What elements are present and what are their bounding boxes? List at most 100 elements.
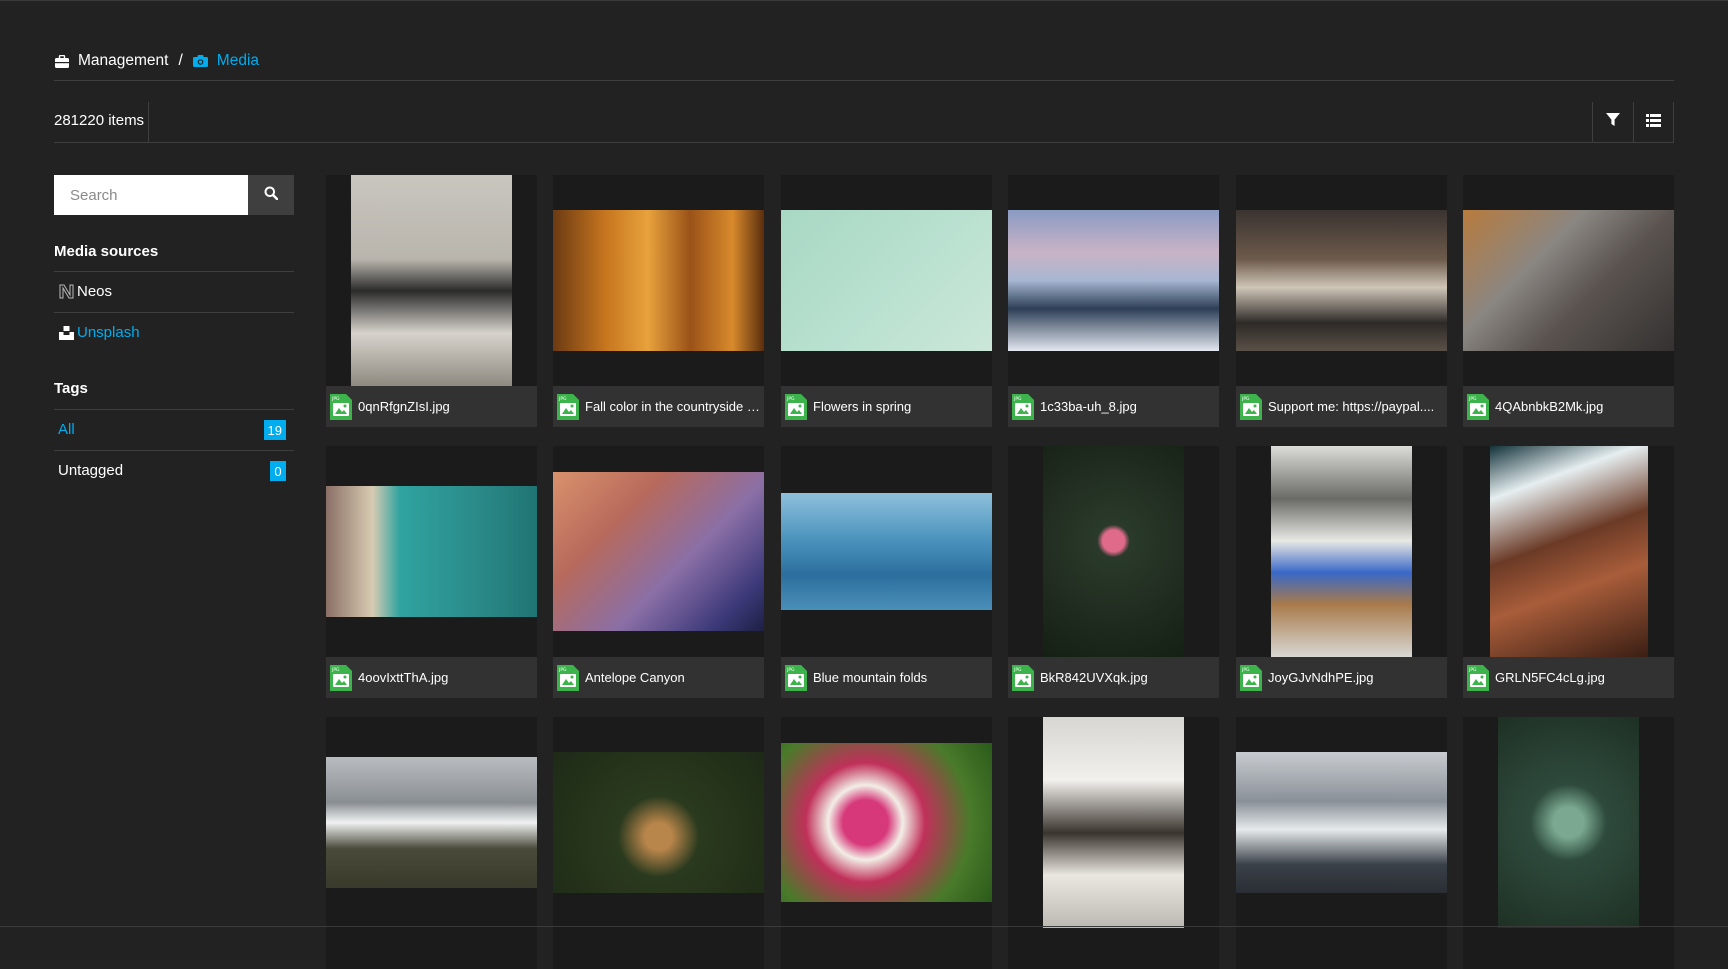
asset-filename: GRLN5FC4cLg.jpg xyxy=(1495,670,1605,685)
jpg-file-icon: JPG xyxy=(557,664,579,691)
asset-thumbnail xyxy=(1489,446,1648,657)
asset-tile[interactable]: JPG 1c33ba-uh_8.jpg xyxy=(1008,175,1219,427)
asset-tile[interactable] xyxy=(553,717,764,969)
asset-thumbnail xyxy=(1271,446,1412,657)
jpg-file-icon: JPG xyxy=(1012,393,1034,420)
asset-tile[interactable] xyxy=(781,717,992,969)
asset-thumbnail-frame xyxy=(326,717,537,928)
sidebar-item-unsplash[interactable]: Unsplash xyxy=(54,312,294,352)
asset-thumbnail-frame xyxy=(1236,446,1447,657)
asset-thumbnail xyxy=(326,486,537,617)
asset-caption: JPG Fall color in the countryside o... xyxy=(553,386,764,427)
svg-text:JPG: JPG xyxy=(1013,667,1022,673)
toolbar-divider xyxy=(1673,102,1674,142)
search-button[interactable] xyxy=(248,175,294,215)
asset-thumbnail xyxy=(781,743,992,902)
sidebar-tag-all[interactable]: All 19 xyxy=(54,409,294,449)
asset-tile[interactable] xyxy=(1008,717,1219,969)
breadcrumb: Management / Media xyxy=(54,50,259,72)
asset-thumbnail xyxy=(326,757,537,888)
svg-text:JPG: JPG xyxy=(1241,396,1250,402)
tag-count-badge: 0 xyxy=(270,461,286,481)
asset-thumbnail-frame xyxy=(781,446,992,657)
asset-thumbnail xyxy=(553,752,764,893)
media-sources-heading: Media sources xyxy=(54,243,159,260)
svg-text:JPG: JPG xyxy=(1468,667,1477,673)
asset-thumbnail-frame xyxy=(1008,175,1219,386)
jpg-file-icon: JPG xyxy=(1467,664,1489,691)
sidebar-item-label: All xyxy=(58,421,75,438)
jpg-file-icon: JPG xyxy=(785,393,807,420)
asset-tile[interactable]: JPG 4QAbnbkB2Mk.jpg xyxy=(1463,175,1674,427)
svg-text:JPG: JPG xyxy=(558,667,567,673)
asset-tile[interactable]: JPG 0qnRfgnZIsI.jpg xyxy=(326,175,537,427)
asset-filename: Flowers in spring xyxy=(813,399,912,414)
asset-tile[interactable]: JPG BkR842UVXqk.jpg xyxy=(1008,446,1219,698)
asset-caption: JPG Antelope Canyon xyxy=(553,657,764,698)
sidebar-item-label: Untagged xyxy=(58,462,124,479)
asset-caption: JPG 4oovIxttThA.jpg xyxy=(326,657,537,698)
breadcrumb-media[interactable]: Media xyxy=(217,52,259,70)
jpg-file-icon: JPG xyxy=(785,664,807,691)
asset-thumbnail-frame xyxy=(1463,446,1674,657)
asset-tile[interactable] xyxy=(1236,717,1447,969)
asset-thumbnail-frame xyxy=(781,717,992,928)
asset-filename: Blue mountain folds xyxy=(813,670,928,685)
asset-caption: JPG JoyGJvNdhPE.jpg xyxy=(1236,657,1447,698)
asset-thumbnail-frame xyxy=(1008,717,1219,928)
asset-tile[interactable] xyxy=(1463,717,1674,969)
toolbar-divider-bottom xyxy=(54,142,1674,143)
asset-caption: JPG Blue mountain folds xyxy=(781,657,992,698)
search-icon xyxy=(264,186,279,204)
list-view-icon xyxy=(1645,113,1661,131)
asset-tile[interactable]: JPG Blue mountain folds xyxy=(781,446,992,698)
filter-button[interactable] xyxy=(1593,102,1633,142)
svg-text:JPG: JPG xyxy=(1241,667,1250,673)
asset-tile[interactable]: JPG Flowers in spring xyxy=(781,175,992,427)
asset-tile[interactable]: JPG Antelope Canyon xyxy=(553,446,764,698)
sidebar-item-neos[interactable]: Neos xyxy=(54,271,294,311)
asset-tile[interactable] xyxy=(326,717,537,969)
svg-text:JPG: JPG xyxy=(1468,396,1477,402)
svg-text:JPG: JPG xyxy=(1013,396,1022,402)
asset-thumbnail xyxy=(553,472,764,631)
list-view-button[interactable] xyxy=(1633,102,1673,142)
asset-tile[interactable]: JPG JoyGJvNdhPE.jpg xyxy=(1236,446,1447,698)
camera-icon xyxy=(193,53,209,69)
asset-thumbnail-frame xyxy=(326,175,537,386)
asset-thumbnail-frame xyxy=(781,175,992,386)
breadcrumb-separator: / xyxy=(178,52,183,69)
neos-logo-icon xyxy=(58,284,74,300)
asset-tile[interactable]: JPG 4oovIxttThA.jpg xyxy=(326,446,537,698)
jpg-file-icon: JPG xyxy=(330,664,352,691)
asset-caption: JPG Flowers in spring xyxy=(781,386,992,427)
asset-caption: JPG GRLN5FC4cLg.jpg xyxy=(1463,657,1674,698)
asset-caption: JPG 4QAbnbkB2Mk.jpg xyxy=(1463,386,1674,427)
filter-icon xyxy=(1606,113,1620,131)
asset-thumbnail-frame xyxy=(553,717,764,928)
breadcrumb-divider xyxy=(54,80,1674,81)
sidebar-tag-untagged[interactable]: Untagged 0 xyxy=(54,450,294,490)
asset-tile[interactable]: JPG Fall color in the countryside o... xyxy=(553,175,764,427)
asset-thumbnail xyxy=(1236,210,1447,351)
asset-thumbnail xyxy=(781,210,992,351)
asset-filename: JoyGJvNdhPE.jpg xyxy=(1268,670,1374,685)
asset-thumbnail xyxy=(1043,446,1184,657)
breadcrumb-management[interactable]: Management xyxy=(78,52,168,70)
svg-text:JPG: JPG xyxy=(331,667,340,673)
asset-tile[interactable]: JPG Support me: https://paypal.... xyxy=(1236,175,1447,427)
asset-thumbnail xyxy=(1498,717,1639,928)
asset-filename: Antelope Canyon xyxy=(585,670,685,685)
svg-text:JPG: JPG xyxy=(786,396,795,402)
jpg-file-icon: JPG xyxy=(1240,393,1262,420)
asset-caption: JPG BkR842UVXqk.jpg xyxy=(1008,657,1219,698)
asset-thumbnail-frame xyxy=(1236,175,1447,386)
tag-count-badge: 19 xyxy=(263,420,286,440)
asset-thumbnail-frame xyxy=(553,446,764,657)
asset-filename: 4oovIxttThA.jpg xyxy=(358,670,449,685)
asset-filename: 4QAbnbkB2Mk.jpg xyxy=(1495,399,1604,414)
asset-thumbnail xyxy=(351,175,512,386)
asset-tile[interactable]: JPG GRLN5FC4cLg.jpg xyxy=(1463,446,1674,698)
search-input[interactable] xyxy=(54,175,248,215)
jpg-file-icon: JPG xyxy=(557,393,579,420)
